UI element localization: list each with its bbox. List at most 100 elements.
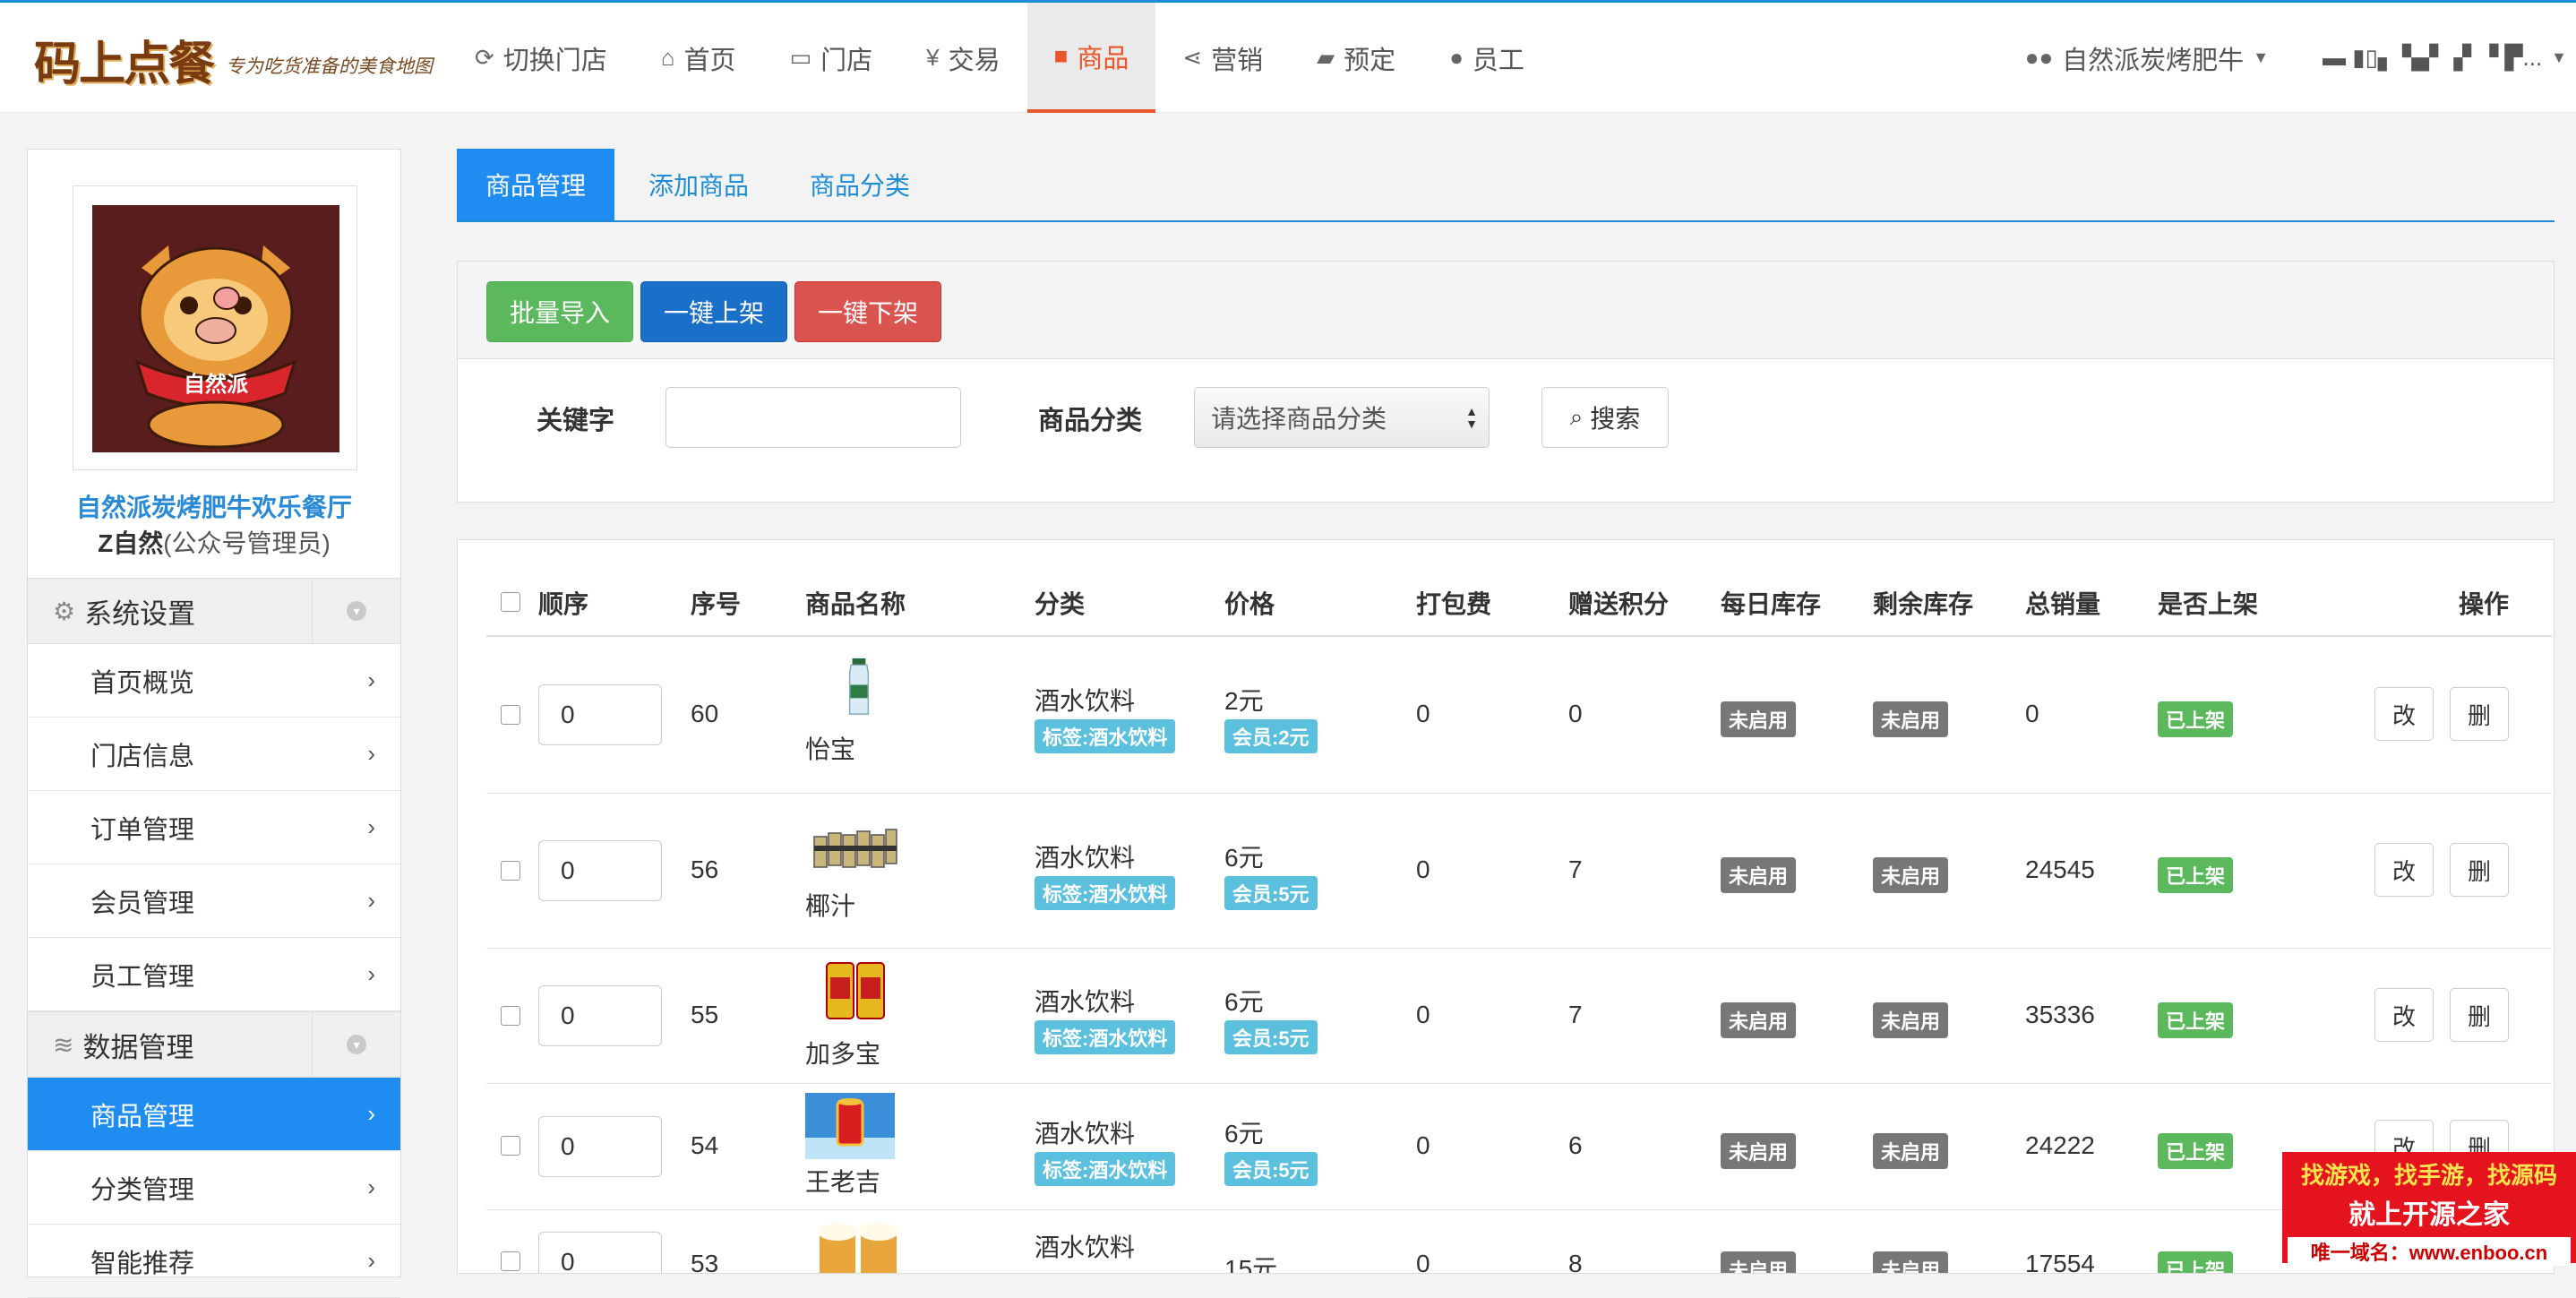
sidebar-item-members[interactable]: 会员管理 › — [28, 864, 400, 938]
logo-text: 码上点餐 — [34, 36, 215, 91]
category-select[interactable]: 请选择商品分类 ▲ ▼ — [1194, 387, 1490, 448]
member-price-tag: 会员:5元 — [1224, 876, 1318, 910]
goods-tabs: 商品管理 添加商品 商品分类 — [457, 149, 2555, 222]
nav-staff[interactable]: ● 员工 — [1422, 3, 1551, 113]
daily-stock-badge: 未启用 — [1721, 701, 1797, 737]
bonus-points: 0 — [1568, 700, 1583, 727]
search-button[interactable]: ⌕ 搜索 — [1541, 387, 1669, 448]
row-id: 54 — [691, 1131, 719, 1159]
daily-stock-badge: 未启用 — [1721, 1133, 1797, 1169]
nav-right: ●● 自然派炭烤肥牛 ▼ ▬ ▮▯▖ ▚▞ ▗▘▝ ▛... ▼ — [1998, 3, 2576, 113]
bulk-offline-button[interactable]: 一键下架 — [794, 281, 941, 342]
batch-import-button[interactable]: 批量导入 — [486, 281, 633, 342]
goods-thumbnail — [818, 1223, 898, 1273]
sidebar-item-store-info[interactable]: 门店信息 › — [28, 718, 400, 791]
sidebar-item-label: 会员管理 — [90, 889, 195, 918]
main-nav: ⟳ 切换门店 ⌂ 首页 ▭ 门店 ¥ 交易 ■ 商品 ⋖ 营销 ▰ 预定 ● 员 — [448, 3, 1551, 113]
order-input[interactable]: 0 — [538, 840, 662, 901]
row-checkbox[interactable] — [501, 705, 520, 725]
th-price: 价格 — [1224, 590, 1275, 618]
row-checkbox[interactable] — [501, 1136, 520, 1156]
goods-name: 王老吉 — [805, 1168, 881, 1196]
order-input[interactable]: 0 — [538, 985, 662, 1046]
tab-add-goods[interactable]: 添加商品 — [618, 149, 779, 220]
nav-goods[interactable]: ■ 商品 — [1026, 3, 1156, 113]
pack-fee: 0 — [1416, 1001, 1430, 1028]
delete-button[interactable]: 删 — [2450, 687, 2509, 741]
select-all-checkbox[interactable] — [501, 592, 520, 612]
group-toggle[interactable]: ▾ — [312, 1012, 400, 1077]
group-toggle[interactable]: ▾ — [312, 579, 400, 643]
th-pack-fee: 打包费 — [1416, 590, 1492, 618]
chevron-right-icon: › — [367, 887, 375, 914]
sidebar-item-goods[interactable]: 商品管理 › — [28, 1078, 400, 1151]
nav-label: 首页 — [683, 46, 736, 75]
chevron-right-icon: › — [367, 740, 375, 767]
sidebar-group-system[interactable]: ⚙ 系统设置 ▾ — [28, 578, 400, 644]
nav-store[interactable]: ▭ 门店 — [763, 3, 900, 113]
goods-category: 酒水饮料 — [1035, 1234, 1136, 1261]
remain-stock-badge: 未启用 — [1873, 1002, 1949, 1038]
store-dropdown[interactable]: ●● 自然派炭烤肥牛 ▼ — [1998, 3, 2296, 113]
bulk-online-button[interactable]: 一键上架 — [640, 281, 787, 342]
total-sales: 24222 — [2025, 1131, 2095, 1159]
nav-switch-store[interactable]: ⟳ 切换门店 — [448, 3, 634, 113]
nav-reservation[interactable]: ▰ 预定 — [1290, 3, 1422, 113]
row-checkbox[interactable] — [501, 861, 520, 881]
goods-category: 酒水饮料 — [1035, 1120, 1136, 1148]
nav-home[interactable]: ⌂ 首页 — [634, 3, 763, 113]
nav-marketing[interactable]: ⋖ 营销 — [1155, 3, 1290, 113]
delete-button[interactable]: 删 — [2450, 843, 2509, 897]
sidebar-item-label: 员工管理 — [90, 962, 195, 992]
order-input[interactable]: 0 — [538, 1116, 662, 1177]
sidebar-item-staff[interactable]: 员工管理 › — [28, 938, 400, 1011]
goods-name: 椰汁 — [805, 892, 856, 920]
sidebar-item-recommend[interactable]: 智能推荐 › — [28, 1225, 400, 1298]
tab-goods-category[interactable]: 商品分类 — [779, 149, 940, 220]
goods-price: 2元 — [1224, 687, 1264, 715]
sidebar-item-categories[interactable]: 分类管理 › — [28, 1151, 400, 1225]
row-checkbox[interactable] — [501, 1006, 520, 1026]
admin-name: Z自然 — [98, 529, 164, 557]
row-checkbox[interactable] — [501, 1251, 520, 1271]
category-tag: 标签:酒水饮料 — [1035, 719, 1176, 753]
desktop-icon: ▭ — [789, 44, 812, 71]
watermark-line2: 就上开源之家 — [2348, 1200, 2510, 1230]
order-input[interactable]: 0 — [538, 684, 662, 745]
tab-goods-manage[interactable]: 商品管理 — [457, 149, 614, 220]
category-select-value: 请选择商品分类 — [1211, 405, 1387, 433]
goods-price: 6元 — [1224, 844, 1264, 872]
goods-thumbnail — [826, 962, 885, 1019]
bonus-points: 6 — [1568, 1131, 1583, 1159]
sidebar-item-orders[interactable]: 订单管理 › — [28, 791, 400, 864]
sidebar-item-label: 商品管理 — [90, 1102, 195, 1131]
nav-trade[interactable]: ¥ 交易 — [899, 3, 1026, 113]
goods-price: 15元 — [1224, 1255, 1278, 1274]
keyword-label: 关键字 — [537, 407, 615, 435]
sidebar-group-data[interactable]: ≋ 数据管理 ▾ — [28, 1011, 400, 1078]
site-watermark[interactable]: 找游戏，找手游，找源码 就上开源之家 唯一域名：www.enboo.cn — [2282, 1152, 2576, 1266]
row-id: 56 — [691, 855, 719, 883]
edit-button[interactable]: 改 — [2374, 988, 2434, 1042]
goods-category: 酒水饮料 — [1035, 687, 1136, 715]
delete-button[interactable]: 删 — [2450, 988, 2509, 1042]
edit-button[interactable]: 改 — [2374, 843, 2434, 897]
pack-fee: 0 — [1416, 1131, 1430, 1159]
sidebar-item-overview[interactable]: 首页概览 › — [28, 644, 400, 718]
remain-stock-badge: 未启用 — [1873, 857, 1949, 893]
watermark-line1: 找游戏，找手游，找源码 — [2300, 1162, 2557, 1189]
shop-admin: Z自然(公众号管理员) — [28, 524, 400, 560]
order-input[interactable]: 0 — [538, 1232, 662, 1273]
brand-logo[interactable]: 码上点餐 专为吃货准备的美食地图 — [34, 28, 433, 91]
keyword-input[interactable] — [665, 387, 961, 448]
search-icon: ⌕ — [1569, 403, 1584, 430]
mascot-logo: 自然派 — [92, 205, 339, 452]
edit-button[interactable]: 改 — [2374, 687, 2434, 741]
shop-name[interactable]: 自然派炭烤肥牛欢乐餐厅 — [28, 488, 400, 524]
category-tag: 标签:酒水饮料 — [1035, 1020, 1176, 1054]
user-name: ▬ ▮▯▖ ▚▞ ▗▘▝ ▛... — [2323, 44, 2543, 71]
goods-name: 怡宝 — [805, 735, 856, 763]
user-dropdown[interactable]: ▬ ▮▯▖ ▚▞ ▗▘▝ ▛... ▼ — [2296, 3, 2576, 113]
bonus-points: 8 — [1568, 1250, 1583, 1274]
category-tag: 标签:酒水饮料 — [1035, 1152, 1176, 1186]
